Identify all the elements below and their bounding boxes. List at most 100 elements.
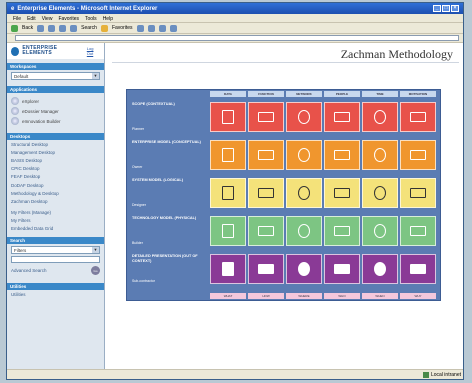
zachman-cell[interactable]: [248, 140, 284, 170]
zachman-cell[interactable]: [286, 216, 322, 246]
column-footer-why: WHY: [400, 293, 436, 299]
logo: ENTERPRISE ELEMENTS Log Out: [7, 43, 104, 59]
home-icon[interactable]: [70, 24, 78, 32]
menu-view[interactable]: View: [42, 16, 53, 22]
logout-link[interactable]: Log Out: [87, 46, 100, 56]
network-icon: [298, 186, 310, 200]
network-icon: [298, 148, 310, 162]
favorites-button[interactable]: Favorites: [112, 25, 133, 31]
zachman-cell[interactable]: [210, 102, 246, 132]
address-input[interactable]: [15, 35, 459, 41]
desktop-link[interactable]: Management Desktop: [7, 148, 104, 156]
desktop-link[interactable]: Methodology & Desktop: [7, 189, 104, 197]
menu-favorites[interactable]: Favorites: [58, 16, 79, 22]
print-icon[interactable]: [158, 24, 166, 32]
edit-icon[interactable]: [169, 24, 177, 32]
zachman-cell[interactable]: [210, 178, 246, 208]
search-header: Search: [7, 237, 104, 245]
utilities-link[interactable]: Utilities: [7, 290, 104, 298]
logo-text: ENTERPRISE ELEMENTS: [22, 45, 58, 56]
row-label: ENTERPRISE MODEL (CONCEPTUAL) Owner: [129, 138, 207, 172]
zachman-cell[interactable]: [324, 254, 360, 284]
search-filter-select[interactable]: Filters ▼: [11, 246, 100, 255]
minimize-button[interactable]: _: [433, 5, 441, 12]
column-header-people: PEOPLE: [324, 91, 360, 97]
sidebar: ENTERPRISE ELEMENTS Log Out Workspaces D…: [7, 43, 105, 371]
stop-icon[interactable]: [48, 24, 56, 32]
zachman-cell[interactable]: [400, 102, 436, 132]
column-footer-who: WHO: [324, 293, 360, 299]
zachman-cell[interactable]: [362, 254, 398, 284]
zachman-cell[interactable]: [210, 140, 246, 170]
zachman-cell[interactable]: [324, 178, 360, 208]
zachman-cell[interactable]: [400, 140, 436, 170]
desktop-link[interactable]: Embedded Data Grid: [7, 225, 104, 233]
process-icon: [258, 226, 274, 236]
zachman-cell[interactable]: [210, 216, 246, 246]
row-title: TECHNOLOGY MODEL (PHYSICAL): [132, 216, 197, 220]
zachman-cell[interactable]: [362, 178, 398, 208]
close-button[interactable]: ×: [451, 5, 459, 12]
go-button[interactable]: Go: [91, 266, 100, 276]
zachman-cell[interactable]: [362, 216, 398, 246]
menu-tools[interactable]: Tools: [85, 16, 97, 22]
mail-icon[interactable]: [147, 24, 155, 32]
app-explorer[interactable]: eXplorer: [11, 97, 100, 105]
app-label: eXplorer: [22, 98, 40, 104]
chevron-down-icon[interactable]: ▼: [92, 73, 99, 79]
applications-header: Applications: [7, 86, 104, 93]
menu-help[interactable]: Help: [103, 16, 113, 22]
favorites-icon[interactable]: [100, 24, 108, 32]
zachman-cell[interactable]: [324, 216, 360, 246]
desktop-link[interactable]: FEAF Desktop: [7, 173, 104, 181]
desktop-link[interactable]: My Filters: [7, 217, 104, 225]
menu-file[interactable]: File: [13, 16, 21, 22]
zachman-cell[interactable]: [324, 140, 360, 170]
back-icon[interactable]: [11, 24, 18, 32]
forward-icon[interactable]: [37, 24, 45, 32]
maximize-button[interactable]: □: [442, 5, 450, 12]
zachman-cell[interactable]: [324, 102, 360, 132]
desktops-header: Desktops: [7, 133, 104, 140]
clipboard-icon: [222, 224, 234, 238]
org-chart-icon: [334, 112, 350, 122]
desktop-link[interactable]: My Filters (Manage): [7, 209, 104, 217]
utilities-header: Utilities: [7, 283, 104, 291]
app-einnovation-builder[interactable]: eInnovation Builder: [11, 117, 100, 125]
main-content: Zachman Methodology DATA WHAT FUNCTION HOW N…: [106, 43, 463, 371]
zachman-cell[interactable]: [362, 102, 398, 132]
row-role: Sub-contractor: [132, 279, 155, 283]
refresh-icon[interactable]: [59, 24, 67, 32]
zachman-cell[interactable]: [248, 178, 284, 208]
zachman-cell[interactable]: [248, 216, 284, 246]
chevron-down-icon[interactable]: ▼: [92, 247, 99, 254]
zachman-cell[interactable]: [286, 102, 322, 132]
desktop-link[interactable]: Structural Desktop: [7, 140, 104, 148]
back-button[interactable]: Back: [22, 25, 33, 31]
workspace-select[interactable]: Default ▼: [11, 72, 100, 80]
zachman-cell[interactable]: [248, 254, 284, 284]
desktop-link[interactable]: BASIS Desktop: [7, 156, 104, 164]
zachman-cell[interactable]: [400, 216, 436, 246]
window-title: Enterprise Elements - Microsoft Internet…: [17, 5, 158, 12]
workspace-value: Default: [14, 73, 29, 79]
column-footer-where: WHERE: [286, 293, 322, 299]
zachman-cell[interactable]: [400, 178, 436, 208]
search-input[interactable]: [11, 256, 100, 264]
search-button[interactable]: Search: [81, 25, 97, 31]
zachman-cell[interactable]: [286, 178, 322, 208]
zachman-cell[interactable]: [400, 254, 436, 284]
zachman-cell[interactable]: [210, 254, 246, 284]
zachman-cell[interactable]: [286, 140, 322, 170]
status-bar: Local intranet: [7, 369, 463, 379]
desktop-link[interactable]: CPIC Desktop: [7, 165, 104, 173]
advanced-search-link[interactable]: Advanced Search: [11, 268, 47, 273]
menu-edit[interactable]: Edit: [27, 16, 36, 22]
app-edossier-manager[interactable]: eDossier Manager: [11, 107, 100, 115]
history-icon[interactable]: [136, 24, 144, 32]
desktop-link[interactable]: Zachman Desktop: [7, 197, 104, 205]
zachman-cell[interactable]: [248, 102, 284, 132]
desktop-link[interactable]: DoDAF Desktop: [7, 181, 104, 189]
zachman-cell[interactable]: [362, 140, 398, 170]
zachman-cell[interactable]: [286, 254, 322, 284]
